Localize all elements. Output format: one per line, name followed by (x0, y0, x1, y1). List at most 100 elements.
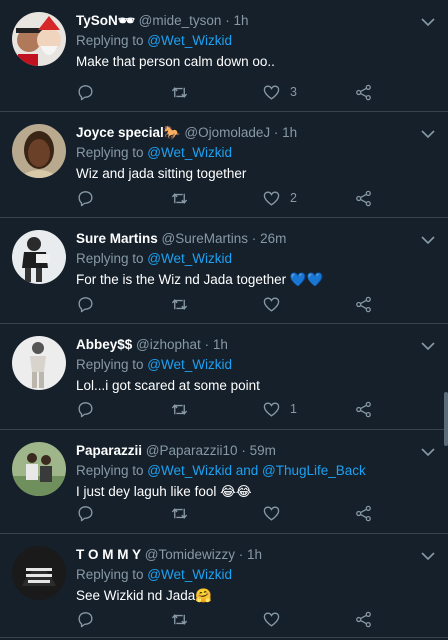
tweet-actions (76, 293, 374, 315)
replying-to-label: Replying to (76, 251, 148, 266)
tweet-actions (76, 502, 374, 524)
handle[interactable]: @Paparazzii10 (146, 443, 238, 458)
share-icon (356, 611, 371, 627)
timestamp[interactable]: 1h (213, 337, 228, 352)
handle[interactable]: @Tomidewizzy (145, 547, 235, 562)
reply-button[interactable] (76, 81, 95, 103)
heart-icon (263, 611, 280, 627)
reply-button[interactable] (76, 398, 95, 420)
retweet-icon (171, 403, 188, 415)
share-button[interactable] (354, 608, 373, 630)
heart-icon (263, 84, 280, 100)
mention-link[interactable]: @Wet_Wizkid (147, 33, 232, 48)
mention-link[interactable]: @ThugLife_Back (262, 463, 366, 478)
like-button[interactable]: 3 (262, 81, 297, 103)
display-name[interactable]: Abbey$$ (76, 337, 132, 352)
retweet-icon (171, 298, 188, 310)
retweet-button[interactable] (170, 293, 189, 315)
mention-link[interactable]: @Wet_Wizkid (147, 357, 232, 372)
like-button[interactable]: 2 (262, 187, 297, 209)
tweet-text: Wiz and jada sitting together (76, 166, 247, 181)
retweet-button[interactable] (170, 187, 189, 209)
chevron-down-icon[interactable] (420, 127, 436, 141)
display-name[interactable]: Joyce special🐎 (76, 125, 181, 140)
timestamp[interactable]: 1h (282, 125, 297, 140)
separator-dot: · (273, 125, 279, 140)
reply-icon (78, 505, 93, 521)
chevron-down-icon[interactable] (420, 233, 436, 247)
replying-to-label: Replying to (76, 145, 148, 160)
share-button[interactable] (354, 81, 373, 103)
like-button[interactable]: 1 (262, 398, 297, 420)
retweet-button[interactable] (170, 502, 189, 524)
tweet-header: T O M M Y @Tomidewizzy · 1h (76, 545, 408, 565)
retweet-icon (171, 192, 188, 204)
display-name[interactable]: Paparazzii (76, 443, 142, 458)
handle[interactable]: @OjomoladeJ (184, 125, 270, 140)
mention-link[interactable]: @Wet_Wizkid (147, 463, 232, 478)
reply-button[interactable] (76, 293, 95, 315)
tweet[interactable]: T O M M Y @Tomidewizzy · 1h Replying to … (0, 534, 448, 638)
timestamp[interactable]: 26m (260, 231, 286, 246)
reply-button[interactable] (76, 187, 95, 209)
like-button[interactable] (262, 608, 290, 630)
handle[interactable]: @izhophat (136, 337, 201, 352)
display-name[interactable]: TySoN🕶 (76, 13, 135, 28)
chevron-down-icon[interactable] (420, 445, 436, 459)
avatar[interactable] (12, 442, 66, 496)
timestamp[interactable]: 59m (250, 443, 276, 458)
avatar-image (12, 230, 66, 284)
retweet-button[interactable] (170, 81, 189, 103)
reply-icon (78, 611, 93, 627)
avatar[interactable] (12, 12, 66, 66)
mention-link[interactable]: @Wet_Wizkid (147, 251, 232, 266)
mention-link[interactable]: @Wet_Wizkid (147, 567, 232, 582)
reply-icon (78, 296, 93, 312)
avatar[interactable] (12, 336, 66, 390)
replying-to: Replying to @Wet_Wizkid (76, 143, 408, 163)
tweet[interactable]: Abbey$$ @izhophat · 1h Replying to @Wet_… (0, 324, 448, 430)
avatar[interactable] (12, 230, 66, 284)
chevron-down-icon[interactable] (420, 549, 436, 563)
handle[interactable]: @mide_tyson (139, 13, 222, 28)
chevron-down-icon[interactable] (420, 15, 436, 29)
heart-icon (263, 190, 280, 206)
mention-link[interactable]: @Wet_Wizkid (147, 145, 232, 160)
scrollbar-thumb[interactable] (444, 392, 448, 446)
share-icon (356, 505, 371, 521)
tweet[interactable]: Paparazzii @Paparazzii10 · 59m Replying … (0, 430, 448, 534)
handle[interactable]: @SureMartins (162, 231, 248, 246)
like-button[interactable] (262, 502, 290, 524)
avatar[interactable] (12, 546, 66, 600)
like-button[interactable] (262, 293, 290, 315)
tweet-text: Lol...i got scared at some point (76, 378, 260, 393)
like-count: 2 (290, 191, 297, 205)
tweet-actions (76, 608, 374, 630)
like-count: 3 (290, 85, 297, 99)
tweet[interactable]: TySoN🕶 @mide_tyson · 1h Replying to @Wet… (0, 0, 448, 112)
timestamp[interactable]: 1h (247, 547, 262, 562)
avatar[interactable] (12, 124, 66, 178)
share-icon (356, 190, 371, 206)
tweet-header: Paparazzii @Paparazzii10 · 59m (76, 441, 408, 461)
display-name[interactable]: T O M M Y (76, 547, 141, 562)
timestamp[interactable]: 1h (233, 13, 248, 28)
chevron-down-icon[interactable] (420, 339, 436, 353)
retweet-button[interactable] (170, 398, 189, 420)
heart-icon (263, 296, 280, 312)
tweet-header: Abbey$$ @izhophat · 1h (76, 335, 408, 355)
heart-icon (263, 505, 280, 521)
display-name[interactable]: Sure Martins (76, 231, 158, 246)
share-button[interactable] (354, 398, 373, 420)
share-button[interactable] (354, 502, 373, 524)
reply-button[interactable] (76, 502, 95, 524)
reply-button[interactable] (76, 608, 95, 630)
share-button[interactable] (354, 187, 373, 209)
reply-icon (78, 84, 93, 100)
tweet[interactable]: Sure Martins @SureMartins · 26m Replying… (0, 218, 448, 324)
share-button[interactable] (354, 293, 373, 315)
avatar-image (12, 12, 66, 66)
replying-to-label: Replying to (76, 463, 148, 478)
retweet-button[interactable] (170, 608, 189, 630)
tweet[interactable]: Joyce special🐎 @OjomoladeJ · 1h Replying… (0, 112, 448, 218)
